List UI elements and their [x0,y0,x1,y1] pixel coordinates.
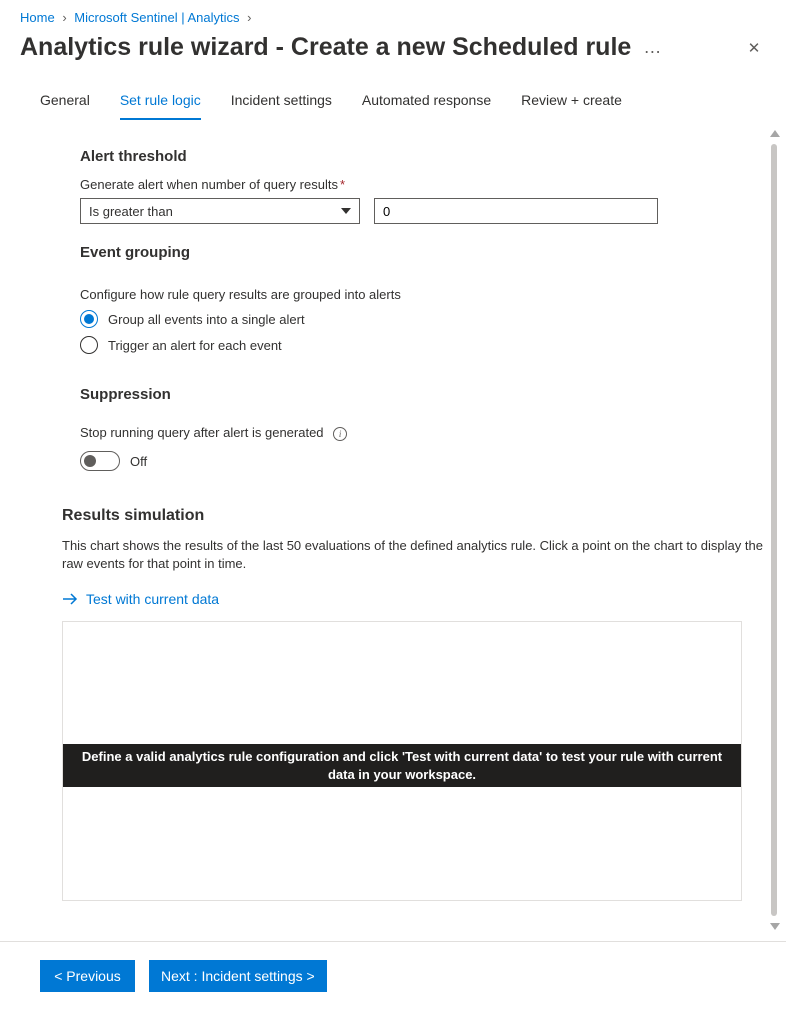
test-link-label: Test with current data [86,591,219,607]
tab-bar: General Set rule logic Incident settings… [0,80,786,120]
breadcrumb-sentinel[interactable]: Microsoft Sentinel | Analytics [74,10,239,25]
section-results-simulation: Results simulation [62,507,766,525]
event-grouping-desc: Configure how rule query results are gro… [80,287,766,302]
breadcrumb-home[interactable]: Home [20,10,55,25]
chevron-down-icon [341,208,351,214]
close-icon: ✕ [748,39,761,57]
breadcrumb: Home › Microsoft Sentinel | Analytics › [0,0,786,33]
arrow-right-icon [62,591,78,607]
alert-threshold-label-text: Generate alert when number of query resu… [80,177,338,192]
tab-set-rule-logic[interactable]: Set rule logic [120,80,201,120]
toggle-state-label: Off [130,454,147,469]
radio-icon [80,336,98,354]
scroll-up-icon [770,130,780,137]
test-with-current-data-link[interactable]: Test with current data [62,591,766,607]
next-button[interactable]: Next : Incident settings > [149,960,327,992]
scrollbar[interactable] [770,130,778,930]
radio-group-single-alert[interactable]: Group all events into a single alert [80,310,766,328]
suppression-label-text: Stop running query after alert is genera… [80,425,324,440]
page-title: Analytics rule wizard - Create a new Sch… [20,33,631,62]
more-icon[interactable]: … [643,37,662,58]
required-asterisk: * [340,177,345,192]
tab-review-create[interactable]: Review + create [521,80,622,120]
radio-icon [80,310,98,328]
previous-button[interactable]: < Previous [40,960,135,992]
radio-trigger-each-event[interactable]: Trigger an alert for each event [80,336,766,354]
radio-label: Group all events into a single alert [108,312,305,327]
toggle-knob [84,455,96,467]
tab-incident-settings[interactable]: Incident settings [231,80,332,120]
radio-label: Trigger an alert for each event [108,338,282,353]
tab-general[interactable]: General [40,80,90,120]
suppression-label: Stop running query after alert is genera… [80,425,766,441]
close-button[interactable]: ✕ [742,36,766,60]
content-scroll: Alert threshold Generate alert when numb… [0,130,786,930]
operator-select[interactable]: Is greater than [80,198,360,224]
chevron-right-icon: › [62,10,66,25]
results-chart-placeholder: Define a valid analytics rule configurat… [62,621,742,901]
results-simulation-desc: This chart shows the results of the last… [62,537,766,573]
info-icon[interactable]: i [333,427,347,441]
tab-automated-response[interactable]: Automated response [362,80,491,120]
chart-empty-banner: Define a valid analytics rule configurat… [63,744,741,787]
section-suppression: Suppression [80,386,766,403]
scroll-down-icon [770,923,780,930]
chevron-right-icon: › [247,10,251,25]
operator-select-value: Is greater than [89,204,173,219]
alert-threshold-label: Generate alert when number of query resu… [80,177,766,192]
section-alert-threshold: Alert threshold [80,148,766,165]
threshold-value-input[interactable] [374,198,658,224]
wizard-footer: < Previous Next : Incident settings > [0,941,786,1010]
scroll-thumb[interactable] [771,144,777,916]
suppression-toggle[interactable] [80,451,120,471]
section-event-grouping: Event grouping [80,244,766,261]
